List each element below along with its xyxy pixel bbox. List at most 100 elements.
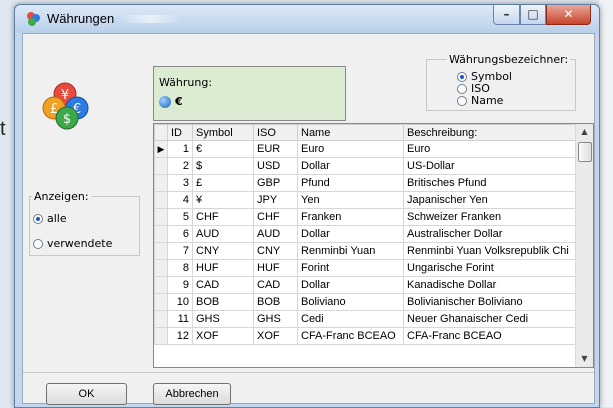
title-bar[interactable]: Währungen – □ ✕ xyxy=(15,5,599,33)
cell-id[interactable]: 3 xyxy=(167,174,193,192)
table-row[interactable]: 5 CHF CHF Franken Schweizer Franken xyxy=(154,208,576,226)
radio-all[interactable]: alle xyxy=(33,212,67,225)
cell-id[interactable]: 2 xyxy=(167,157,193,175)
cell-symbol[interactable]: £ xyxy=(192,174,254,192)
cell-symbol[interactable]: ¥ xyxy=(192,191,254,209)
cell-name[interactable]: Cedi xyxy=(297,310,404,328)
table-row[interactable]: 4 ¥ JPY Yen Japanischer Yen xyxy=(154,191,576,209)
column-header-iso[interactable]: ISO xyxy=(253,124,298,141)
cell-iso[interactable]: CAD xyxy=(253,276,298,294)
cell-description[interactable]: Kanadische Dollar xyxy=(403,276,576,294)
cell-description[interactable]: Britisches Pfund xyxy=(403,174,576,192)
cell-iso[interactable]: AUD xyxy=(253,225,298,243)
vertical-scrollbar[interactable]: ▲ ▼ xyxy=(575,124,593,367)
minimize-button[interactable]: – xyxy=(493,5,520,25)
cell-symbol[interactable]: BOB xyxy=(192,293,254,311)
radio-button[interactable] xyxy=(457,71,467,82)
row-indicator[interactable]: ▶ xyxy=(154,140,168,158)
cell-name[interactable]: Pfund xyxy=(297,174,404,192)
cell-symbol[interactable]: HUF xyxy=(192,259,254,277)
cell-description[interactable]: Euro xyxy=(403,140,576,158)
close-button[interactable]: ✕ xyxy=(546,5,591,25)
radio-button[interactable] xyxy=(33,238,43,249)
currency-grid[interactable]: ID Symbol ISO Name Beschreibung: ▶ 1 € EUR E… xyxy=(153,123,594,368)
cell-iso[interactable]: CHF xyxy=(253,208,298,226)
table-row[interactable]: 8 HUF HUF Forint Ungarische Forint xyxy=(154,259,576,277)
ok-button[interactable]: OK xyxy=(46,383,127,405)
maximize-button[interactable]: □ xyxy=(520,5,546,25)
cell-description[interactable]: CFA-Franc BCEAO xyxy=(403,327,576,345)
row-indicator[interactable] xyxy=(154,293,168,311)
cell-description[interactable]: Ungarische Forint xyxy=(403,259,576,277)
cell-id[interactable]: 7 xyxy=(167,242,193,260)
cell-id[interactable]: 11 xyxy=(167,310,193,328)
table-row[interactable]: 6 AUD AUD Dollar Australischer Dollar xyxy=(154,225,576,243)
cell-symbol[interactable]: GHS xyxy=(192,310,254,328)
cell-iso[interactable]: HUF xyxy=(253,259,298,277)
cell-id[interactable]: 1 xyxy=(167,140,193,158)
table-row[interactable]: 9 CAD CAD Dollar Kanadische Dollar xyxy=(154,276,576,294)
cell-iso[interactable]: USD xyxy=(253,157,298,175)
cell-name[interactable]: Dollar xyxy=(297,157,404,175)
cell-description[interactable]: Bolivianischer Boliviano xyxy=(403,293,576,311)
cell-description[interactable]: US-Dollar xyxy=(403,157,576,175)
row-indicator[interactable] xyxy=(154,242,168,260)
cell-name[interactable]: Euro xyxy=(297,140,404,158)
cell-name[interactable]: Forint xyxy=(297,259,404,277)
column-header-symbol[interactable]: Symbol xyxy=(192,124,254,141)
cell-id[interactable]: 9 xyxy=(167,276,193,294)
scroll-down-icon[interactable]: ▼ xyxy=(576,351,593,367)
cell-name[interactable]: Dollar xyxy=(297,225,404,243)
cell-id[interactable]: 8 xyxy=(167,259,193,277)
cell-description[interactable]: Australischer Dollar xyxy=(403,225,576,243)
cell-iso[interactable]: EUR xyxy=(253,140,298,158)
cancel-button[interactable]: Abbrechen xyxy=(153,383,231,405)
cell-id[interactable]: 5 xyxy=(167,208,193,226)
row-indicator[interactable] xyxy=(154,259,168,277)
radio-button[interactable] xyxy=(33,213,43,224)
cell-iso[interactable]: CNY xyxy=(253,242,298,260)
cell-id[interactable]: 6 xyxy=(167,225,193,243)
cell-id[interactable]: 12 xyxy=(167,327,193,345)
cell-symbol[interactable]: $ xyxy=(192,157,254,175)
row-indicator[interactable] xyxy=(154,157,168,175)
cell-description[interactable]: Schweizer Franken xyxy=(403,208,576,226)
cell-name[interactable]: Franken xyxy=(297,208,404,226)
cell-symbol[interactable]: CAD xyxy=(192,276,254,294)
cell-iso[interactable]: JPY xyxy=(253,191,298,209)
column-header-id[interactable]: ID xyxy=(167,124,193,141)
cell-id[interactable]: 4 xyxy=(167,191,193,209)
scroll-thumb[interactable] xyxy=(578,142,592,162)
table-row[interactable]: ▶ 1 € EUR Euro Euro xyxy=(154,140,576,158)
cell-iso[interactable]: BOB xyxy=(253,293,298,311)
radio-used[interactable]: verwendete xyxy=(33,237,112,250)
cell-iso[interactable]: GBP xyxy=(253,174,298,192)
cell-id[interactable]: 10 xyxy=(167,293,193,311)
cell-description[interactable]: Neuer Ghanaischer Cedi xyxy=(403,310,576,328)
cell-name[interactable]: Renminbi Yuan xyxy=(297,242,404,260)
table-row[interactable]: 7 CNY CNY Renminbi Yuan Renminbi Yuan Volksr… xyxy=(154,242,576,260)
cell-iso[interactable]: XOF xyxy=(253,327,298,345)
row-indicator[interactable] xyxy=(154,191,168,209)
cell-symbol[interactable]: AUD xyxy=(192,225,254,243)
cell-iso[interactable]: GHS xyxy=(253,310,298,328)
column-header-name[interactable]: Name xyxy=(297,124,404,141)
cell-description[interactable]: Japanischer Yen xyxy=(403,191,576,209)
table-row[interactable]: 10 BOB BOB Boliviano Bolivianischer Bolivian… xyxy=(154,293,576,311)
table-row[interactable]: 12 XOF XOF CFA-Franc BCEAO CFA-Franc BCEAO xyxy=(154,327,576,345)
row-indicator[interactable] xyxy=(154,327,168,345)
row-indicator[interactable] xyxy=(154,310,168,328)
cell-name[interactable]: Yen xyxy=(297,191,404,209)
cell-name[interactable]: Dollar xyxy=(297,276,404,294)
cell-name[interactable]: Boliviano xyxy=(297,293,404,311)
cell-symbol[interactable]: XOF xyxy=(192,327,254,345)
cell-name[interactable]: CFA-Franc BCEAO xyxy=(297,327,404,345)
scroll-up-icon[interactable]: ▲ xyxy=(576,124,593,140)
table-row[interactable]: 2 $ USD Dollar US-Dollar xyxy=(154,157,576,175)
radio-name[interactable]: Name xyxy=(457,94,503,107)
table-row[interactable]: 3 £ GBP Pfund Britisches Pfund xyxy=(154,174,576,192)
radio-button[interactable] xyxy=(457,95,467,106)
cell-description[interactable]: Renminbi Yuan Volksrepublik Chi xyxy=(403,242,576,260)
row-indicator[interactable] xyxy=(154,225,168,243)
row-indicator[interactable] xyxy=(154,208,168,226)
